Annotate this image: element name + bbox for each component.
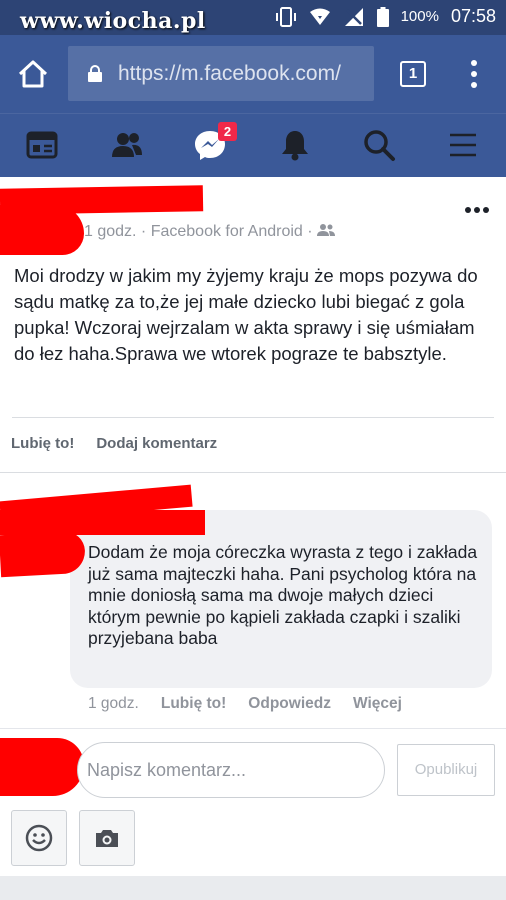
post-timestamp[interactable]: 1 godz. · Facebook for Android ·: [84, 223, 313, 240]
status-bar: www.wiocha.pl 100% 07:58: [0, 0, 506, 35]
signal-icon: [344, 7, 363, 26]
friends-icon[interactable]: [110, 128, 144, 162]
comment-timestamp[interactable]: 1 godz.: [88, 695, 139, 713]
comments-section: Dodam że moja córeczka wyrasta z tego i …: [0, 472, 506, 876]
comment-reply-button[interactable]: Odpowiedz: [248, 695, 331, 713]
comment-actions: 1 godz. Lubię to! Odpowiedz Więcej: [88, 695, 402, 713]
screen: www.wiocha.pl 100% 07:58 https://m.faceb…: [0, 0, 506, 900]
redacted-commenter-avatar: [0, 530, 87, 578]
news-feed-icon[interactable]: [25, 128, 59, 162]
divider: [0, 728, 506, 729]
post-meta: 1 godz. · Facebook for Android ·: [84, 223, 336, 241]
menu-icon[interactable]: [446, 128, 480, 162]
url-text: https://m.facebook.com/: [118, 62, 341, 85]
browser-toolbar: https://m.facebook.com/ 1: [0, 35, 506, 113]
redacted-own-avatar: [0, 738, 84, 796]
address-bar[interactable]: https://m.facebook.com/: [68, 46, 374, 101]
add-comment-button[interactable]: Dodaj komentarz: [96, 435, 217, 452]
status-icons: 100% 07:58: [275, 6, 496, 27]
emoji-icon: [25, 824, 53, 852]
redacted-commenter-name-2: [0, 510, 205, 535]
battery-level: 100%: [400, 8, 439, 25]
watermark: www.wiocha.pl: [20, 8, 206, 34]
camera-icon: [96, 830, 118, 847]
redacted-avatar: [0, 205, 84, 255]
post-actions: Lubię to! Dodaj komentarz: [11, 435, 217, 452]
publish-button[interactable]: Opublikuj: [397, 744, 495, 796]
comment-input[interactable]: Napisz komentarz...: [77, 742, 385, 798]
messenger-badge: 2: [218, 122, 237, 141]
facebook-nav-bar: 2: [0, 113, 506, 177]
comment-more-button[interactable]: Więcej: [353, 695, 402, 713]
overflow-menu-icon[interactable]: [462, 57, 486, 91]
clock: 07:58: [450, 6, 496, 26]
like-button[interactable]: Lubię to!: [11, 435, 74, 452]
comment-text: Dodam że moja córeczka wyrasta z tego i …: [88, 542, 478, 648]
search-icon[interactable]: [362, 128, 396, 162]
post-card: 1 godz. · Facebook for Android · Moi dro…: [0, 177, 506, 472]
battery-icon: [376, 6, 389, 27]
lock-icon: [88, 65, 102, 82]
vibrate-icon: [275, 6, 296, 27]
tabs-icon[interactable]: 1: [400, 61, 426, 87]
comment-bubble: Dodam że moja córeczka wyrasta z tego i …: [70, 510, 492, 688]
divider: [12, 417, 494, 418]
notifications-icon[interactable]: [278, 128, 312, 162]
emoji-button[interactable]: [11, 810, 67, 866]
post-text: Moi drodzy w jakim my żyjemy kraju że mo…: [14, 265, 478, 364]
comment-like-button[interactable]: Lubię to!: [161, 695, 226, 713]
audience-friends-icon: [317, 224, 336, 236]
photo-button[interactable]: [79, 810, 135, 866]
wifi-icon: [309, 8, 330, 25]
post-options-icon[interactable]: [465, 207, 489, 213]
home-icon[interactable]: [16, 57, 50, 91]
page-background: [0, 876, 506, 900]
